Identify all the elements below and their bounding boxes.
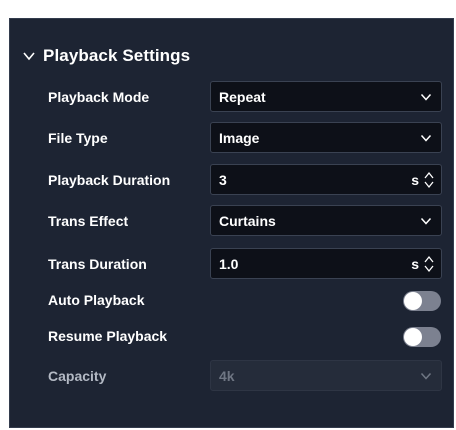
- file-type-select[interactable]: Image: [210, 122, 442, 153]
- trans-effect-select[interactable]: Curtains: [210, 205, 442, 236]
- trans-duration-unit: s: [411, 256, 419, 272]
- up-down-spinner-icon[interactable]: [423, 253, 435, 275]
- section-header[interactable]: Playback Settings: [22, 45, 190, 67]
- trans-duration-input[interactable]: 1.0 s: [210, 248, 442, 279]
- capacity-select: 4k: [210, 360, 442, 391]
- file-type-value: Image: [219, 130, 260, 146]
- playback-mode-value: Repeat: [219, 89, 266, 105]
- playback-settings-panel: Playback Settings Playback Mode Repeat F…: [9, 18, 454, 428]
- resume-playback-label: Resume Playback: [48, 328, 168, 344]
- playback-duration-label: Playback Duration: [48, 172, 171, 188]
- playback-duration-unit: s: [411, 172, 419, 188]
- file-type-label: File Type: [48, 130, 108, 146]
- capacity-value: 4k: [219, 368, 235, 384]
- trans-duration-value: 1.0: [219, 256, 239, 272]
- playback-mode-select[interactable]: Repeat: [210, 81, 442, 112]
- auto-playback-toggle[interactable]: [403, 291, 441, 311]
- up-down-spinner-icon[interactable]: [423, 169, 435, 191]
- trans-effect-label: Trans Effect: [48, 213, 129, 229]
- trans-duration-label: Trans Duration: [48, 256, 147, 272]
- toggle-knob: [404, 328, 422, 346]
- section-title: Playback Settings: [43, 46, 191, 65]
- chevron-down-icon: [420, 217, 432, 225]
- chevron-down-icon: [420, 134, 432, 142]
- chevron-down-icon: [420, 93, 432, 101]
- resume-playback-toggle[interactable]: [403, 327, 441, 347]
- chevron-down-icon[interactable]: [22, 49, 36, 63]
- playback-duration-input[interactable]: 3 s: [210, 164, 442, 195]
- capacity-label: Capacity: [48, 368, 107, 384]
- playback-mode-label: Playback Mode: [48, 89, 150, 105]
- toggle-knob: [404, 292, 422, 310]
- trans-effect-value: Curtains: [219, 213, 276, 229]
- chevron-down-icon: [420, 372, 432, 380]
- playback-duration-value: 3: [219, 172, 227, 188]
- auto-playback-label: Auto Playback: [48, 292, 145, 308]
